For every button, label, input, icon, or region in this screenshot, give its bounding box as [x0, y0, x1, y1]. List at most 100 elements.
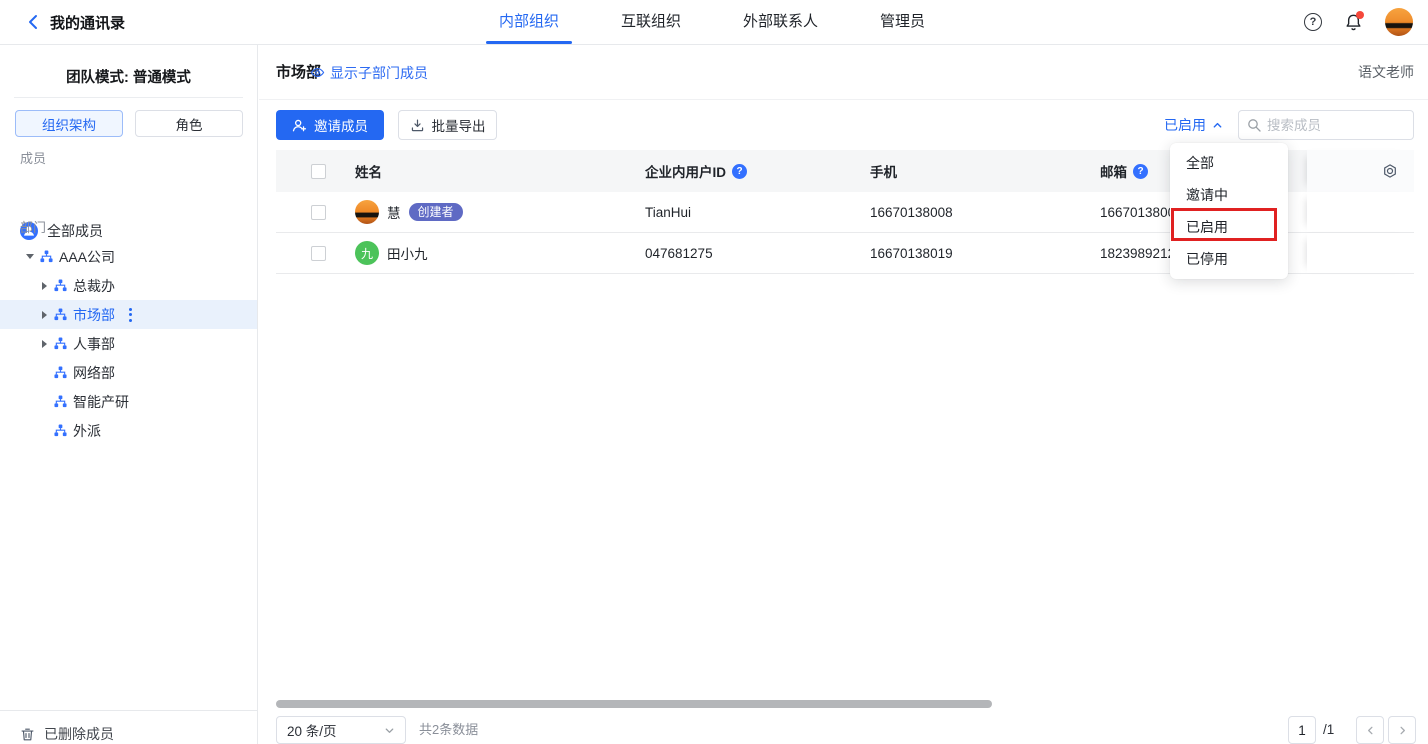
next-page-button[interactable]: [1388, 716, 1416, 744]
search-member-box: [1238, 110, 1414, 140]
department-icon: [54, 308, 67, 321]
notification-bell-icon[interactable]: [1344, 13, 1363, 32]
tab-connected-org[interactable]: 互联组织: [608, 0, 694, 44]
menu-item-all[interactable]: 全部: [1170, 147, 1288, 179]
all-members-label: 全部成员: [47, 221, 103, 241]
tree-node-label: 外派: [73, 421, 101, 441]
department-icon: [54, 366, 67, 379]
department-icon: [54, 337, 67, 350]
status-filter-value: 已启用: [1164, 115, 1206, 135]
back-button[interactable]: 我的通讯录: [26, 0, 125, 44]
topbar-right-icons: ?: [1304, 0, 1413, 44]
notification-badge: [1356, 11, 1364, 19]
column-header-phone: 手机: [855, 150, 1085, 192]
tree-node-dept[interactable]: 人事部: [0, 329, 257, 358]
department-icon: [54, 424, 67, 437]
dept-more-menu-icon[interactable]: [129, 308, 132, 322]
member-avatar: [355, 200, 379, 224]
creator-badge: 创建者: [409, 203, 463, 221]
column-header-userid: 企业内用户ID ?: [630, 150, 855, 192]
row-actions-cell: [1307, 233, 1414, 273]
tree-node-label: 总裁办: [73, 276, 115, 296]
tab-admins[interactable]: 管理员: [867, 0, 938, 44]
caret-right-icon[interactable]: [39, 340, 49, 348]
current-user-name: 语文老师: [1358, 45, 1414, 100]
horizontal-scrollbar[interactable]: [276, 700, 992, 708]
chevron-down-icon: [384, 725, 395, 736]
tree-node-dept[interactable]: 智能产研: [0, 387, 257, 416]
team-mode-label: 团队模式: 普通模式: [0, 66, 257, 87]
show-sub-dept-label: 显示子部门成员: [330, 63, 428, 83]
departments-section-label: 部门: [20, 217, 46, 236]
user-avatar[interactable]: [1385, 8, 1413, 36]
deleted-members-label: 已删除成员: [44, 724, 114, 744]
search-member-input[interactable]: [1267, 118, 1405, 133]
sidebar-bottom: 已删除成员: [0, 710, 257, 744]
page-number-input[interactable]: [1288, 716, 1316, 744]
menu-item-enabled[interactable]: 已启用: [1170, 211, 1288, 243]
caret-right-icon[interactable]: [39, 282, 49, 290]
member-userid: 047681275: [630, 233, 855, 273]
help-icon[interactable]: ?: [1304, 13, 1322, 31]
help-tooltip-icon[interactable]: ?: [1133, 164, 1148, 179]
row-actions-cell: [1307, 192, 1414, 232]
invite-member-label: 邀请成员: [314, 115, 368, 135]
pagination-bar: 20 条/页 共2条数据 /1: [259, 716, 1428, 744]
total-count-label: 共2条数据: [419, 716, 478, 744]
member-avatar: 九: [355, 241, 379, 265]
caret-right-icon[interactable]: [39, 311, 49, 319]
main-content: 市场部 显示子部门成员 语文老师 邀请成员 批量导出 已启用: [259, 45, 1428, 744]
tree-node-label: 网络部: [73, 363, 115, 383]
menu-item-disabled[interactable]: 已停用: [1170, 243, 1288, 275]
tab-internal-org[interactable]: 内部组织: [486, 0, 572, 44]
top-navigation-bar: 我的通讯录 内部组织 互联组织 外部联系人 管理员 ?: [0, 0, 1428, 45]
department-icon: [54, 279, 67, 292]
department-icon: [40, 250, 53, 263]
members-section-label: 成员: [20, 148, 46, 167]
tree-node-dept[interactable]: 总裁办: [0, 271, 257, 300]
prev-page-button[interactable]: [1356, 716, 1384, 744]
caret-down-icon[interactable]: [25, 254, 35, 259]
tree-node-label: 市场部: [73, 305, 115, 325]
sidebar-view-toggle: 组织架构 角色: [15, 110, 243, 137]
department-icon: [54, 395, 67, 408]
select-all-checkbox[interactable]: [311, 164, 326, 179]
member-name: 慧: [387, 202, 401, 222]
status-filter-dropdown[interactable]: 已启用: [1164, 110, 1223, 140]
help-tooltip-icon[interactable]: ?: [732, 164, 747, 179]
gear-icon[interactable]: [1382, 163, 1398, 179]
top-tabs: 内部组织 互联组织 外部联系人 管理员: [486, 0, 938, 44]
row-checkbox[interactable]: [311, 205, 326, 220]
sidebar-divider: [14, 97, 243, 98]
total-pages-label: /1: [1323, 716, 1334, 744]
page-size-value: 20 条/页: [287, 720, 337, 740]
org-structure-button[interactable]: 组织架构: [15, 110, 123, 137]
menu-item-inviting[interactable]: 邀请中: [1170, 179, 1288, 211]
tree-node-dept[interactable]: 网络部: [0, 358, 257, 387]
page-title: 我的通讯录: [50, 12, 125, 33]
tree-node-dept-selected[interactable]: 市场部: [0, 300, 257, 329]
back-chevron-icon: [26, 14, 40, 30]
tree-node-dept[interactable]: 外派: [0, 416, 257, 445]
tree-node-label: 智能产研: [73, 392, 129, 412]
sidebar: 团队模式: 普通模式 组织架构 角色 成员 全部成员 部门 AAA公司 总裁办: [0, 45, 258, 744]
tree-node-label: 人事部: [73, 334, 115, 354]
roles-button[interactable]: 角色: [135, 110, 243, 137]
member-userid: TianHui: [630, 192, 855, 232]
row-checkbox[interactable]: [311, 246, 326, 261]
member-phone: 16670138008: [855, 192, 1085, 232]
page-size-select[interactable]: 20 条/页: [276, 716, 406, 744]
search-icon: [1247, 118, 1261, 132]
member-name: 田小九: [387, 243, 428, 263]
batch-export-button[interactable]: 批量导出: [398, 110, 497, 140]
column-settings-cell: [1307, 150, 1414, 192]
status-filter-menu: 全部 邀请中 已启用 已停用: [1170, 143, 1288, 279]
deleted-members-item[interactable]: 已删除成员: [0, 711, 257, 744]
tab-external-contacts[interactable]: 外部联系人: [730, 0, 831, 44]
tree-node-root[interactable]: AAA公司: [0, 242, 257, 271]
person-add-icon: [292, 118, 307, 133]
column-header-name: 姓名: [340, 150, 630, 192]
show-sub-dept-link[interactable]: 显示子部门成员: [310, 45, 428, 100]
chevron-up-icon: [1212, 120, 1223, 131]
invite-member-button[interactable]: 邀请成员: [276, 110, 384, 140]
